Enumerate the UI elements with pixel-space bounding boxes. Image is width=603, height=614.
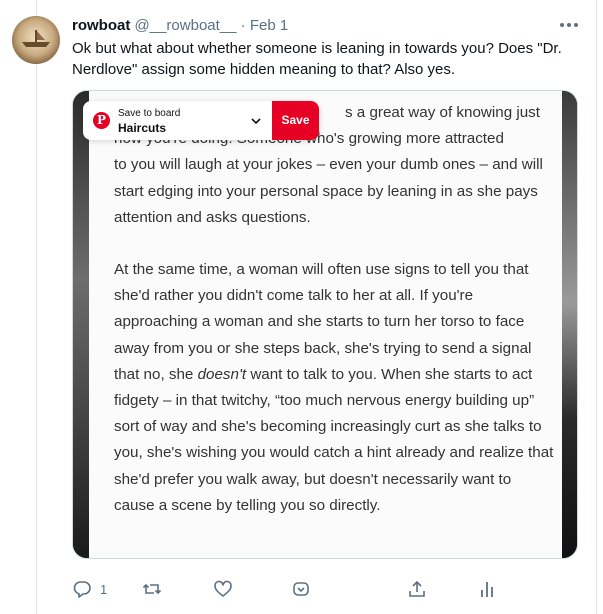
- more-options-button[interactable]: [556, 14, 582, 36]
- tweet-media-image[interactable]: s a great way of knowing just how you're…: [72, 90, 578, 559]
- article-p2-a: At the same time, a woman will often use…: [114, 261, 532, 383]
- tweet-actions: 1: [72, 578, 502, 600]
- analytics-icon: [481, 582, 493, 597]
- tweet-header: rowboat @__rowboat__ · Feb 1: [72, 16, 288, 36]
- separator-dot: ·: [240, 17, 246, 34]
- article-p2-b: want to talk to you. When she starts to …: [114, 365, 554, 514]
- retweet-icon: [142, 583, 162, 595]
- tweet-date[interactable]: Feb 1: [250, 17, 288, 34]
- retweet-button[interactable]: [142, 578, 162, 600]
- tip-button[interactable]: [291, 578, 311, 600]
- article-screenshot: s a great way of knowing just how you're…: [89, 91, 562, 558]
- tip-icon: [293, 582, 309, 596]
- article-p1-rest: to you will laugh at your jokes – even y…: [114, 156, 543, 226]
- reply-count: 1: [100, 581, 108, 597]
- reply-button[interactable]: 1: [72, 578, 107, 600]
- author-handle[interactable]: @__rowboat__: [135, 17, 237, 34]
- analytics-button[interactable]: [477, 578, 497, 600]
- share-button[interactable]: [407, 578, 427, 600]
- reply-icon: [73, 581, 91, 598]
- avatar[interactable]: [12, 16, 60, 64]
- article-text: s a great way of knowing just how you're…: [114, 100, 554, 519]
- background-right: [562, 91, 577, 558]
- like-icon: [214, 580, 232, 597]
- article-paragraph-2: At the same time, a woman will often use…: [114, 257, 554, 519]
- pinterest-save-widget[interactable]: P Save to board Haircuts Save: [83, 101, 319, 140]
- share-icon: [409, 580, 425, 597]
- pinterest-logo-icon: P: [93, 112, 110, 129]
- more-icon: [560, 23, 578, 27]
- author-name[interactable]: rowboat: [72, 17, 130, 34]
- article-p2-emphasis: doesn't: [197, 365, 247, 383]
- thread-divider: [36, 0, 37, 614]
- chevron-down-icon[interactable]: [249, 114, 263, 128]
- board-name[interactable]: Haircuts: [118, 121, 166, 135]
- save-to-board-label: Save to board: [118, 108, 181, 119]
- background-left: [73, 91, 89, 558]
- like-button[interactable]: [213, 578, 233, 600]
- pinterest-save-button[interactable]: Save: [272, 101, 319, 140]
- tweet-text: Ok but what about whether someone is lea…: [72, 40, 562, 78]
- timeline-border: [596, 0, 597, 614]
